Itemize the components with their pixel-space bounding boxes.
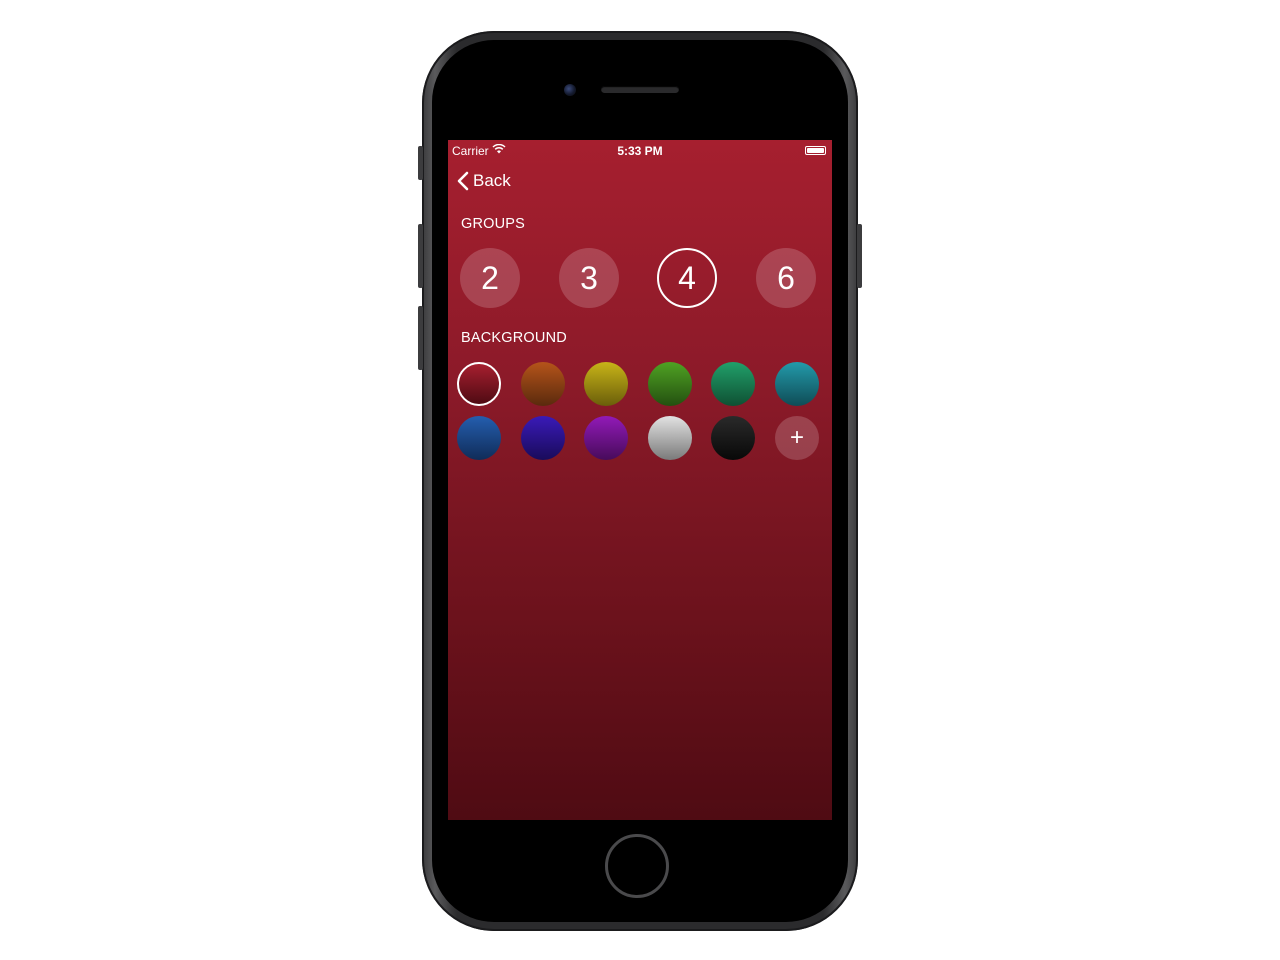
add-color-button[interactable]: +: [775, 416, 819, 460]
power-button: [857, 224, 862, 288]
group-option-label: 3: [580, 259, 598, 296]
group-option-label: 6: [777, 259, 795, 296]
group-option-label: 2: [481, 259, 499, 296]
swatch-emerald[interactable]: [711, 362, 755, 406]
swatch-teal[interactable]: [775, 362, 819, 406]
plus-icon: +: [789, 424, 804, 451]
groups-heading: GROUPS: [461, 216, 526, 232]
swatch-black[interactable]: [711, 416, 755, 460]
swatch-red[interactable]: [457, 362, 501, 406]
swatch-yellow[interactable]: [584, 362, 628, 406]
status-bar: Carrier 5:33 PM: [448, 140, 832, 162]
group-option-6[interactable]: 6: [756, 248, 816, 308]
group-option-2[interactable]: 2: [460, 248, 520, 308]
swatch-purple[interactable]: [584, 416, 628, 460]
back-button[interactable]: Back: [456, 170, 511, 192]
swatch-silver[interactable]: [648, 416, 692, 460]
app-screen: Carrier 5:33 PM Back GROUPS 2 3 4 6 BACK…: [448, 140, 832, 820]
front-camera-icon: [564, 84, 576, 96]
earpiece-speaker: [601, 86, 679, 93]
back-label: Back: [473, 171, 511, 190]
swatch-blue[interactable]: [457, 416, 501, 460]
group-option-4[interactable]: 4: [657, 248, 717, 308]
home-button[interactable]: [605, 834, 669, 898]
volume-up-button: [418, 224, 423, 288]
group-option-3[interactable]: 3: [559, 248, 619, 308]
group-option-label: 4: [678, 259, 696, 296]
status-time: 5:33 PM: [617, 144, 663, 158]
background-heading: BACKGROUND: [461, 330, 567, 346]
volume-down-button: [418, 306, 423, 370]
swatch-green[interactable]: [648, 362, 692, 406]
chevron-left-icon: [457, 171, 469, 191]
battery-icon: [805, 146, 826, 155]
swatch-orange[interactable]: [521, 362, 565, 406]
mute-switch: [418, 146, 423, 180]
swatch-indigo[interactable]: [521, 416, 565, 460]
